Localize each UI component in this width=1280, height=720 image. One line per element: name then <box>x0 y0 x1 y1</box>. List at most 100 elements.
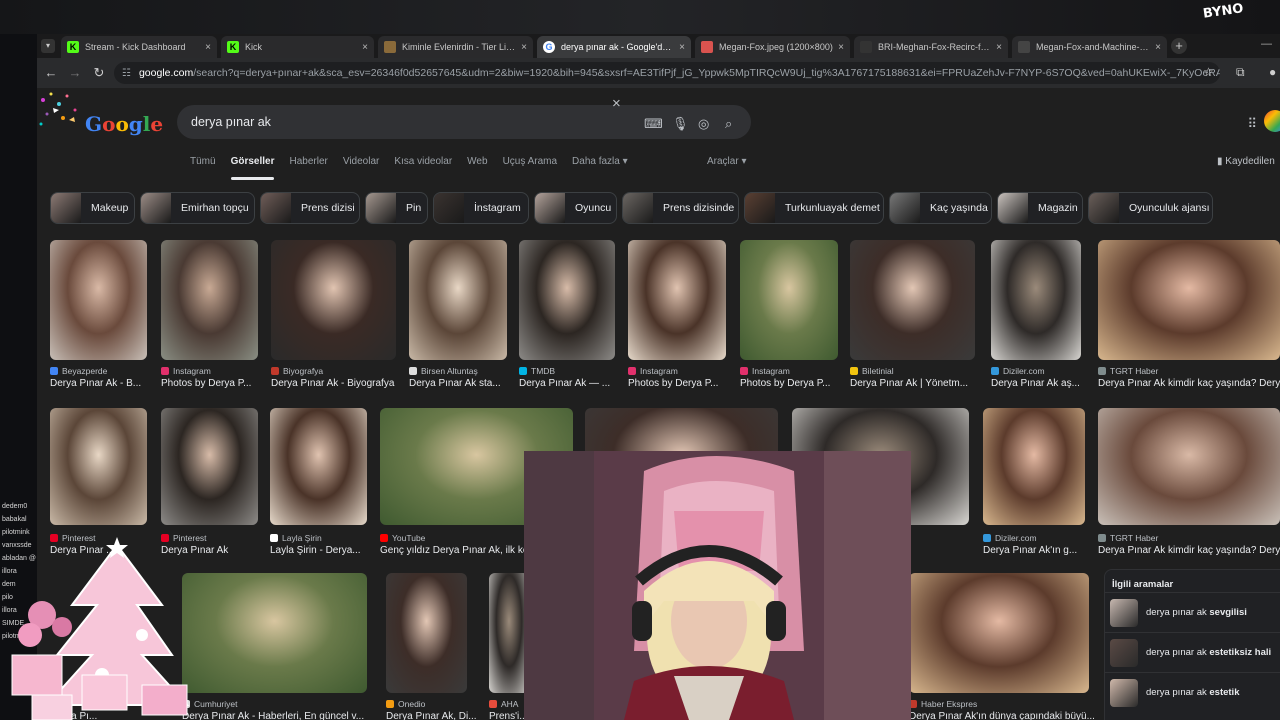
result-image[interactable] <box>270 408 367 525</box>
close-tab-icon[interactable]: × <box>362 42 368 53</box>
nav-tab[interactable]: Web <box>467 156 487 176</box>
account-avatar[interactable] <box>1264 110 1280 132</box>
result-source[interactable]: Diziler.com <box>991 366 1101 376</box>
refine-chip[interactable]: İnstagram <box>433 192 529 224</box>
google-logo[interactable]: Google <box>85 112 163 136</box>
result-source[interactable]: Biletinial <box>850 366 995 376</box>
result-source[interactable]: Layla Şirin <box>270 533 387 543</box>
result-caption[interactable]: Derya Pınar Ak kimdir kaç yaşında? Dery.… <box>1098 378 1280 389</box>
microphone-icon[interactable]: 🎙 <box>672 116 689 132</box>
nav-tab[interactable]: Kısa videolar <box>394 156 452 176</box>
result-source[interactable]: Biyografya <box>271 366 416 376</box>
result-image[interactable] <box>628 240 726 360</box>
forward-icon[interactable]: → <box>67 65 83 81</box>
site-info-icon[interactable]: ☷ <box>122 68 131 79</box>
result-image[interactable] <box>740 240 838 360</box>
browser-tab[interactable]: Megan-Fox.jpeg (1200×800) × <box>695 36 850 58</box>
tools-button[interactable]: Araçlar ▾ <box>707 156 746 167</box>
saved-button[interactable]: ▮ Kaydedilen <box>1217 156 1275 167</box>
tab-search-icon[interactable]: ▾ <box>41 39 55 53</box>
result-caption[interactable]: Derya Pınar Ak - Haberleri, En güncel v.… <box>182 711 387 720</box>
refine-chip[interactable]: Emirhan topçu <box>140 192 255 224</box>
refine-chip[interactable]: Kaç yaşında <box>889 192 992 224</box>
profile-icon[interactable]: ● <box>1269 65 1276 79</box>
result-source[interactable]: Birsen Altuntaş <box>409 366 527 376</box>
result-image[interactable] <box>983 408 1085 525</box>
result-source[interactable]: Cumhuriyet <box>182 699 387 709</box>
result-caption[interactable]: Derya Pınar Ak'ın dünya çapındaki büyü..… <box>909 711 1109 720</box>
result-caption[interactable]: Photos by Derya P... <box>161 378 278 389</box>
result-image[interactable] <box>50 408 147 525</box>
close-tab-icon[interactable]: × <box>679 42 685 53</box>
address-bar[interactable]: ☷ google.com /search?q=derya+pınar+ak&sc… <box>114 62 1220 84</box>
bookmark-star-icon[interactable]: ☆ <box>1203 65 1214 79</box>
refine-chip[interactable]: Prens dizisi <box>260 192 360 224</box>
result-caption[interactable]: Derya Pınar Ak aş... <box>991 378 1101 389</box>
result-source[interactable]: Diziler.com <box>983 533 1105 543</box>
nav-tab[interactable]: Daha fazla ▾ <box>572 156 628 176</box>
related-search-item[interactable]: derya pınar ak sevgilisi <box>1105 592 1280 632</box>
related-search-item[interactable]: derya pınar ak estetiksiz hali <box>1105 632 1280 672</box>
result-caption[interactable]: Derya Pınar Ak sta... <box>409 378 527 389</box>
refine-chip[interactable]: Prens dizisinde <box>622 192 739 224</box>
close-tab-icon[interactable]: × <box>996 42 1002 53</box>
result-caption[interactable]: Derya Pınar Ak — ... <box>519 378 635 389</box>
result-caption[interactable]: Derya Pınar Ak - B... <box>50 378 167 389</box>
window-minimize-icon[interactable]: — <box>1261 38 1272 50</box>
result-caption[interactable]: Derya Pınar Ak | Yönetm... <box>850 378 995 389</box>
refine-chip[interactable]: Makeup <box>50 192 135 224</box>
lens-icon[interactable]: ◎ <box>698 116 709 132</box>
result-image[interactable] <box>1098 408 1280 525</box>
nav-tab[interactable]: Haberler <box>289 156 327 176</box>
keyboard-icon[interactable]: ⌨ <box>644 116 663 132</box>
search-input[interactable]: derya pınar ak <box>177 105 751 139</box>
nav-tab[interactable]: Uçuş Arama <box>503 156 557 176</box>
result-caption[interactable]: Photos by Derya P... <box>628 378 746 389</box>
clear-search-icon[interactable]: × <box>612 95 621 112</box>
browser-tab[interactable]: BRI-Meghan-Fox-Recirc-f9199c × <box>854 36 1008 58</box>
result-image[interactable] <box>489 573 529 693</box>
result-source[interactable]: TGRT Haber <box>1098 533 1280 543</box>
result-source[interactable]: Instagram <box>628 366 746 376</box>
result-image[interactable] <box>271 240 396 360</box>
result-image[interactable] <box>850 240 975 360</box>
close-tab-icon[interactable]: × <box>1155 42 1161 53</box>
result-caption[interactable]: Photos by Derya P... <box>740 378 858 389</box>
search-icon[interactable]: ⌕ <box>725 116 732 132</box>
refine-chip[interactable]: Magazin <box>997 192 1083 224</box>
result-image[interactable] <box>182 573 367 693</box>
close-tab-icon[interactable]: × <box>205 42 211 53</box>
new-tab-button[interactable]: + <box>1171 38 1187 54</box>
result-caption[interactable]: Derya Pınar Ak'ın g... <box>983 545 1105 556</box>
result-source[interactable]: Instagram <box>740 366 858 376</box>
result-image[interactable] <box>409 240 507 360</box>
refine-chip[interactable]: Oyunculuk ajansı <box>1088 192 1213 224</box>
result-image[interactable] <box>909 573 1089 693</box>
result-caption[interactable]: Derya Pınar Ak kimdir kaç yaşında? Dery.… <box>1098 545 1280 556</box>
result-source[interactable]: TMDB <box>519 366 635 376</box>
result-image[interactable] <box>519 240 615 360</box>
result-source[interactable]: Beyazperde <box>50 366 167 376</box>
refine-chip[interactable]: Pin <box>365 192 428 224</box>
result-image[interactable] <box>991 240 1081 360</box>
result-source[interactable]: Haber Ekspres <box>909 699 1109 709</box>
browser-tab[interactable]: K Kick × <box>221 36 374 58</box>
refine-chip[interactable]: Oyuncu <box>534 192 617 224</box>
extensions-icon[interactable]: ⧉ <box>1236 65 1245 80</box>
refine-chip[interactable]: Turkunluayak demet <box>744 192 884 224</box>
back-icon[interactable]: ← <box>43 65 59 81</box>
result-source[interactable]: TGRT Haber <box>1098 366 1280 376</box>
close-tab-icon[interactable]: × <box>838 42 844 53</box>
result-source[interactable]: Instagram <box>161 366 278 376</box>
reload-icon[interactable]: ↻ <box>91 65 107 81</box>
related-search-item[interactable]: derya pınar ak estetik <box>1105 672 1280 712</box>
google-apps-icon[interactable]: ⠿ <box>1247 116 1257 132</box>
result-caption[interactable]: Derya Pınar Ak, Di... <box>386 711 487 720</box>
browser-tab[interactable]: Megan-Fox-and-Machine-Gun- × <box>1012 36 1167 58</box>
browser-tab[interactable]: Kiminle Evlenirdin - Tier List, Ko × <box>378 36 533 58</box>
result-image[interactable] <box>1098 240 1280 360</box>
nav-tab[interactable]: Videolar <box>343 156 380 176</box>
result-image[interactable] <box>161 240 258 360</box>
close-tab-icon[interactable]: × <box>521 42 527 53</box>
result-image[interactable] <box>50 240 147 360</box>
